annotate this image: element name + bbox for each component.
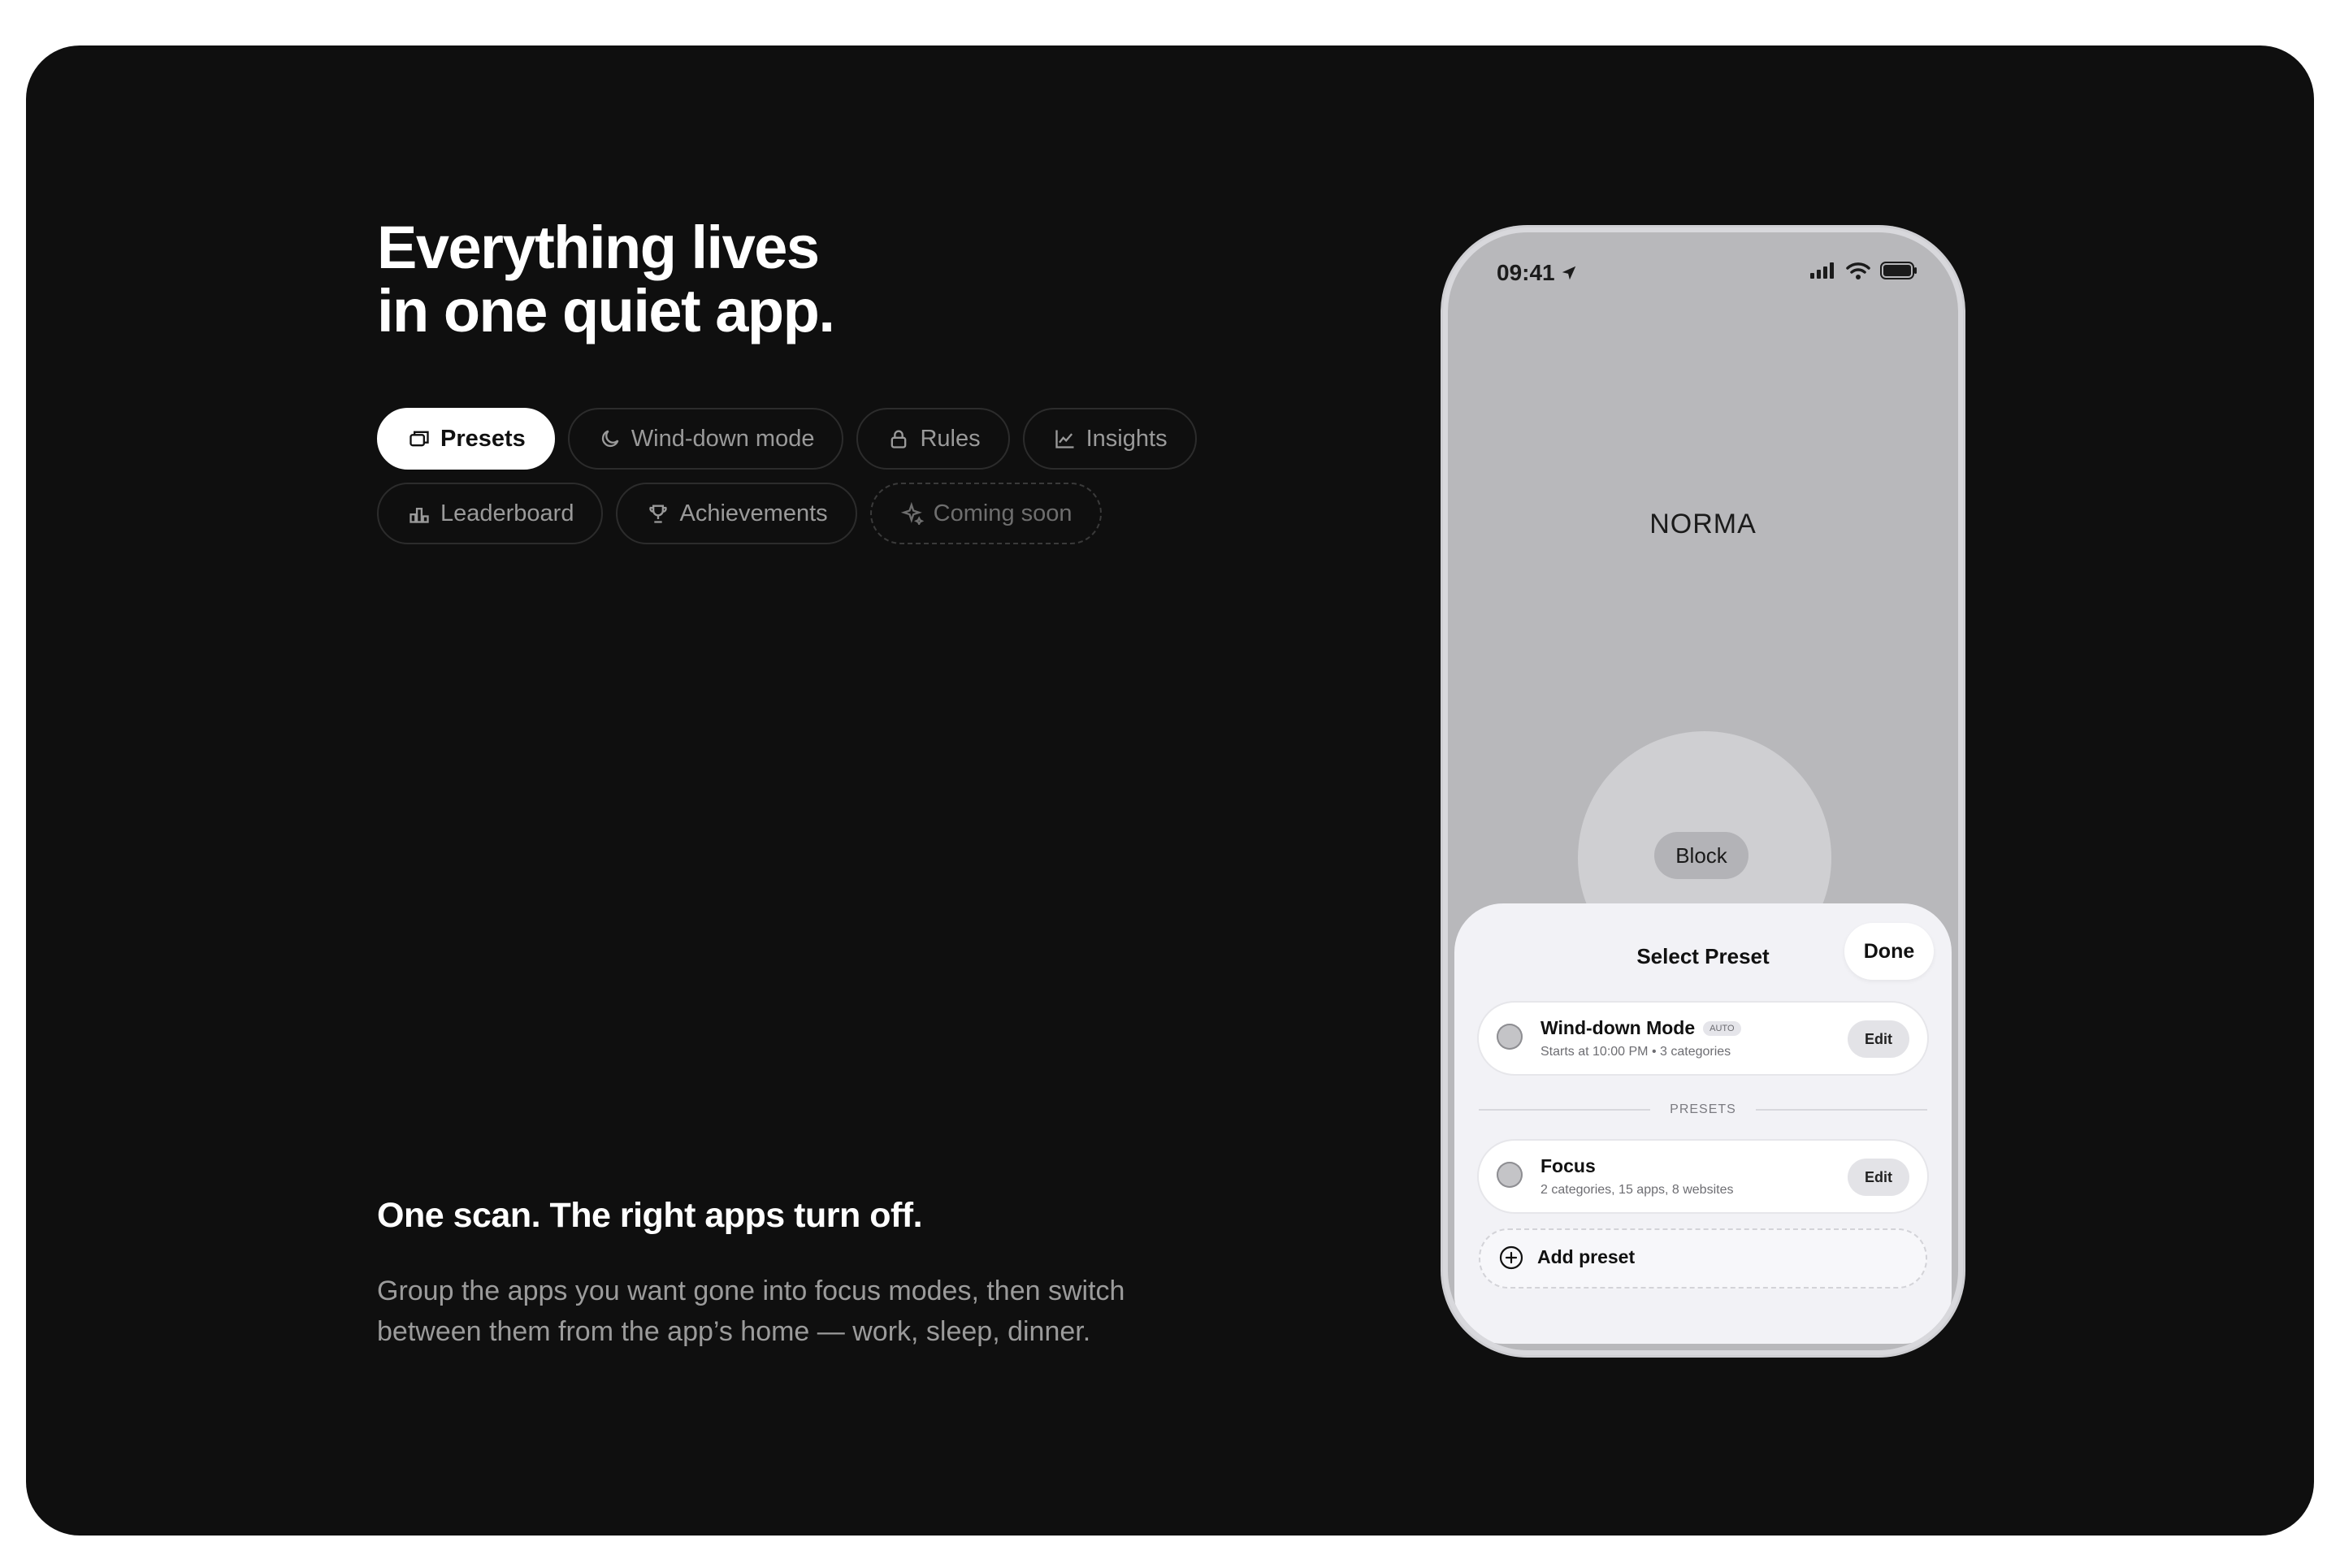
tab-label: Wind-down mode [630,425,815,452]
wifi-icon [1846,262,1870,279]
headline: Everything lives in one quiet app. [377,214,835,344]
preset-title-wrap: Wind-down Mode AUTO [1540,1017,1741,1039]
preset-row-focus[interactable]: Focus 2 categories, 15 apps, 8 websites … [1479,1141,1927,1212]
radio-button[interactable] [1497,1024,1523,1050]
status-bar: 09:41 [1448,258,1958,294]
phone-mockup: 09:41 NORMA Block Select Preset Done Win… [1443,227,1963,1355]
tab-presets[interactable]: Presets [377,408,555,470]
tab-label: Presets [440,425,526,452]
tab-achievements[interactable]: Achievements [616,483,857,544]
tab-label: Coming soon [933,500,1072,526]
divider-line [1755,1109,1927,1111]
status-time-wrap: 09:41 [1497,260,1578,286]
block-button[interactable]: Block [1654,832,1748,879]
app-title: NORMA [1649,509,1757,539]
section-title: One scan. The right apps turn off. [377,1196,923,1235]
status-time: 09:41 [1497,260,1555,285]
edit-button[interactable]: Edit [1848,1159,1909,1196]
feature-tabs: Presets Wind-down mode Rules Insights Le… [377,408,1303,557]
signal-icon [1810,262,1834,279]
tab-leaderboard[interactable]: Leaderboard [377,483,604,544]
add-preset-label: Add preset [1537,1246,1636,1267]
trophy-icon [647,502,670,525]
preset-title-wrap: Focus [1540,1155,1596,1177]
feature-card: Everything lives in one quiet app. Prese… [26,45,2314,1536]
podium-icon [408,502,431,525]
moon-icon [599,427,622,450]
tab-insights[interactable]: Insights [1022,408,1197,470]
tab-coming-soon: Coming soon [869,483,1102,544]
presets-icon [408,427,431,450]
preset-row-wind-down[interactable]: Wind-down Mode AUTO Starts at 10:00 PM •… [1479,1003,1927,1074]
battery-icon [1880,262,1917,279]
edit-button[interactable]: Edit [1848,1020,1909,1058]
tab-rules[interactable]: Rules [856,408,1010,470]
divider-line [1479,1109,1651,1111]
tab-wind-down-mode[interactable]: Wind-down mode [567,408,844,470]
preset-title: Wind-down Mode [1540,1017,1696,1038]
auto-badge: AUTO [1703,1020,1741,1036]
lock-icon [887,427,910,450]
preset-subtitle: Starts at 10:00 PM • 3 categories [1540,1045,1731,1059]
tab-label: Insights [1086,425,1168,452]
status-icons [1810,262,1918,279]
section-description: Group the apps you want gone into focus … [377,1276,1125,1347]
sparkle-icon [900,502,924,525]
phone-screen: 09:41 NORMA Block Select Preset Done Win… [1448,232,1958,1350]
chart-icon [1054,427,1077,450]
tab-label: Leaderboard [440,500,574,526]
tab-label: Achievements [679,500,828,526]
done-button[interactable]: Done [1844,923,1934,980]
plus-circle-icon [1499,1245,1523,1270]
presets-section-label: PRESETS [1670,1102,1736,1116]
headline-line-1: Everything lives [377,214,820,281]
radio-button[interactable] [1497,1162,1523,1188]
select-preset-sheet: Select Preset Done Wind-down Mode AUTO S… [1454,903,1952,1344]
presets-divider: PRESETS [1479,1100,1927,1120]
preset-subtitle: 2 categories, 15 apps, 8 websites [1540,1183,1734,1197]
add-preset-button[interactable]: Add preset [1479,1228,1927,1289]
preset-title: Focus [1540,1155,1596,1176]
location-arrow-icon [1562,266,1575,280]
tab-label: Rules [920,425,981,452]
headline-line-2: in one quiet app. [377,277,835,344]
